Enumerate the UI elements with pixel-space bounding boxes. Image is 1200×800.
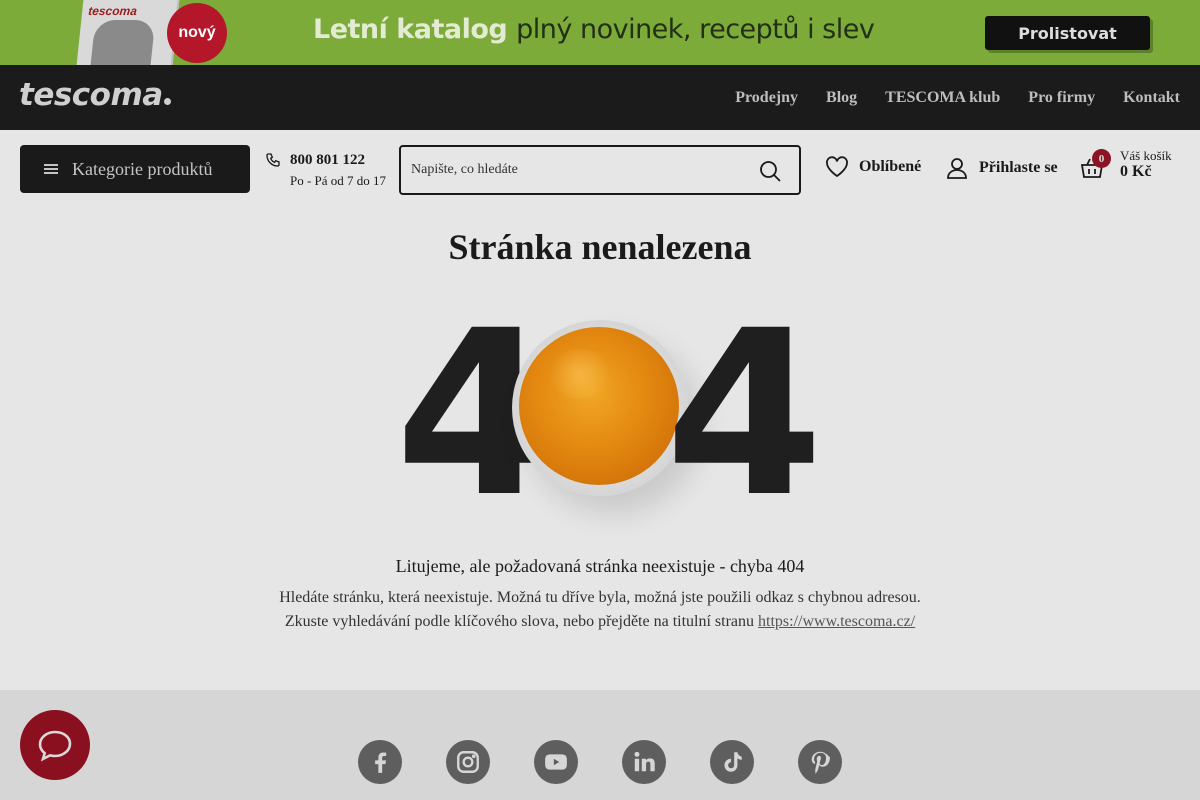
promo-headline: Letní katalog plný novinek, receptů i sl… — [313, 14, 875, 45]
nav-link-blog[interactable]: Blog — [826, 89, 857, 107]
promo-headline-strong: Letní katalog — [313, 14, 508, 45]
phone-number: 800 801 122 — [290, 152, 365, 168]
error-digit-right: 4 — [665, 281, 824, 547]
search-icon[interactable] — [758, 159, 782, 183]
product-categories-button[interactable]: Kategorie produktů — [20, 145, 250, 193]
new-badge: nový — [167, 3, 227, 63]
error-message: Litujeme, ale požadovaná stránka neexist… — [395, 556, 805, 576]
instagram-icon[interactable] — [446, 740, 490, 784]
cart-count-badge: 0 — [1092, 149, 1111, 168]
favorites-label: Oblíbené — [859, 158, 922, 175]
catalog-cover-title: tescoma — [87, 4, 138, 18]
user-icon — [947, 158, 967, 179]
heart-icon — [826, 156, 848, 178]
page-title: Stránka nenalezena — [448, 227, 752, 267]
browse-catalog-button[interactable]: Prolistovat — [985, 16, 1150, 50]
egg-yolk-illustration — [512, 320, 688, 496]
nav-link-contact[interactable]: Kontakt — [1123, 89, 1180, 107]
chat-button[interactable] — [20, 710, 90, 780]
yolk-highlight — [545, 349, 615, 399]
youtube-icon[interactable] — [534, 740, 578, 784]
nav-link-business[interactable]: Pro firmy — [1028, 89, 1095, 107]
pinterest-icon[interactable] — [798, 740, 842, 784]
facebook-glyph — [375, 752, 387, 773]
facebook-icon[interactable] — [358, 740, 402, 784]
cart-label: Váš košík — [1120, 148, 1172, 163]
cart-total: 0 Kč — [1120, 163, 1152, 180]
login-label: Přihlaste se — [979, 159, 1058, 176]
pinterest-glyph — [811, 751, 830, 774]
chat-bubble-icon — [38, 730, 72, 762]
top-navigation-bar: tescoma Prodejny Blog TESCOMA klub Pro f… — [0, 65, 1200, 130]
youtube-glyph — [545, 754, 567, 770]
tiktok-glyph — [724, 752, 742, 772]
tiktok-icon[interactable] — [710, 740, 754, 784]
site-header: Kategorie produktů 800 801 122 Po - Pá o… — [0, 130, 1200, 208]
menu-icon — [44, 164, 58, 174]
linkedin-glyph — [634, 751, 655, 772]
phone-hours: Po - Pá od 7 do 17 — [290, 173, 387, 188]
egg-yolk — [519, 327, 679, 485]
instagram-glyph — [457, 751, 479, 773]
catalog-cover-photo — [90, 20, 156, 65]
error-description-line1: Hledáte stránku, která neexistuje. Možná… — [279, 589, 921, 606]
promo-headline-light: plný novinek, receptů i slev — [516, 14, 875, 45]
homepage-link[interactable]: https://www.tescoma.cz/ — [758, 613, 915, 630]
top-nav: Prodejny Blog TESCOMA klub Pro firmy Kon… — [735, 65, 1180, 130]
favorites-button[interactable]: Oblíbené — [825, 156, 921, 178]
catalog-cover-image: tescoma — [76, 0, 180, 65]
footer — [0, 690, 1200, 800]
logo-dot — [163, 98, 171, 105]
search-box — [399, 145, 801, 195]
phone-icon — [266, 153, 280, 167]
nav-link-stores[interactable]: Prodejny — [735, 89, 798, 107]
categories-label: Kategorie produktů — [72, 158, 213, 179]
error-description-line2: Zkuste vyhledávání podle klíčového slova… — [0, 613, 1200, 631]
linkedin-icon[interactable] — [622, 740, 666, 784]
error-description-text: Zkuste vyhledávání podle klíčového slova… — [284, 613, 755, 630]
promo-banner[interactable]: tescoma nový Letní katalog plný novinek,… — [0, 0, 1200, 65]
search-input[interactable] — [411, 157, 731, 183]
cart-button[interactable]: 0 Váš košík 0 Kč — [1080, 148, 1190, 188]
login-button[interactable]: Přihlaste se — [945, 156, 1058, 180]
tescoma-logo[interactable]: tescoma — [19, 77, 171, 113]
nav-link-club[interactable]: TESCOMA klub — [885, 89, 1000, 107]
logo-text: tescoma — [19, 77, 163, 113]
